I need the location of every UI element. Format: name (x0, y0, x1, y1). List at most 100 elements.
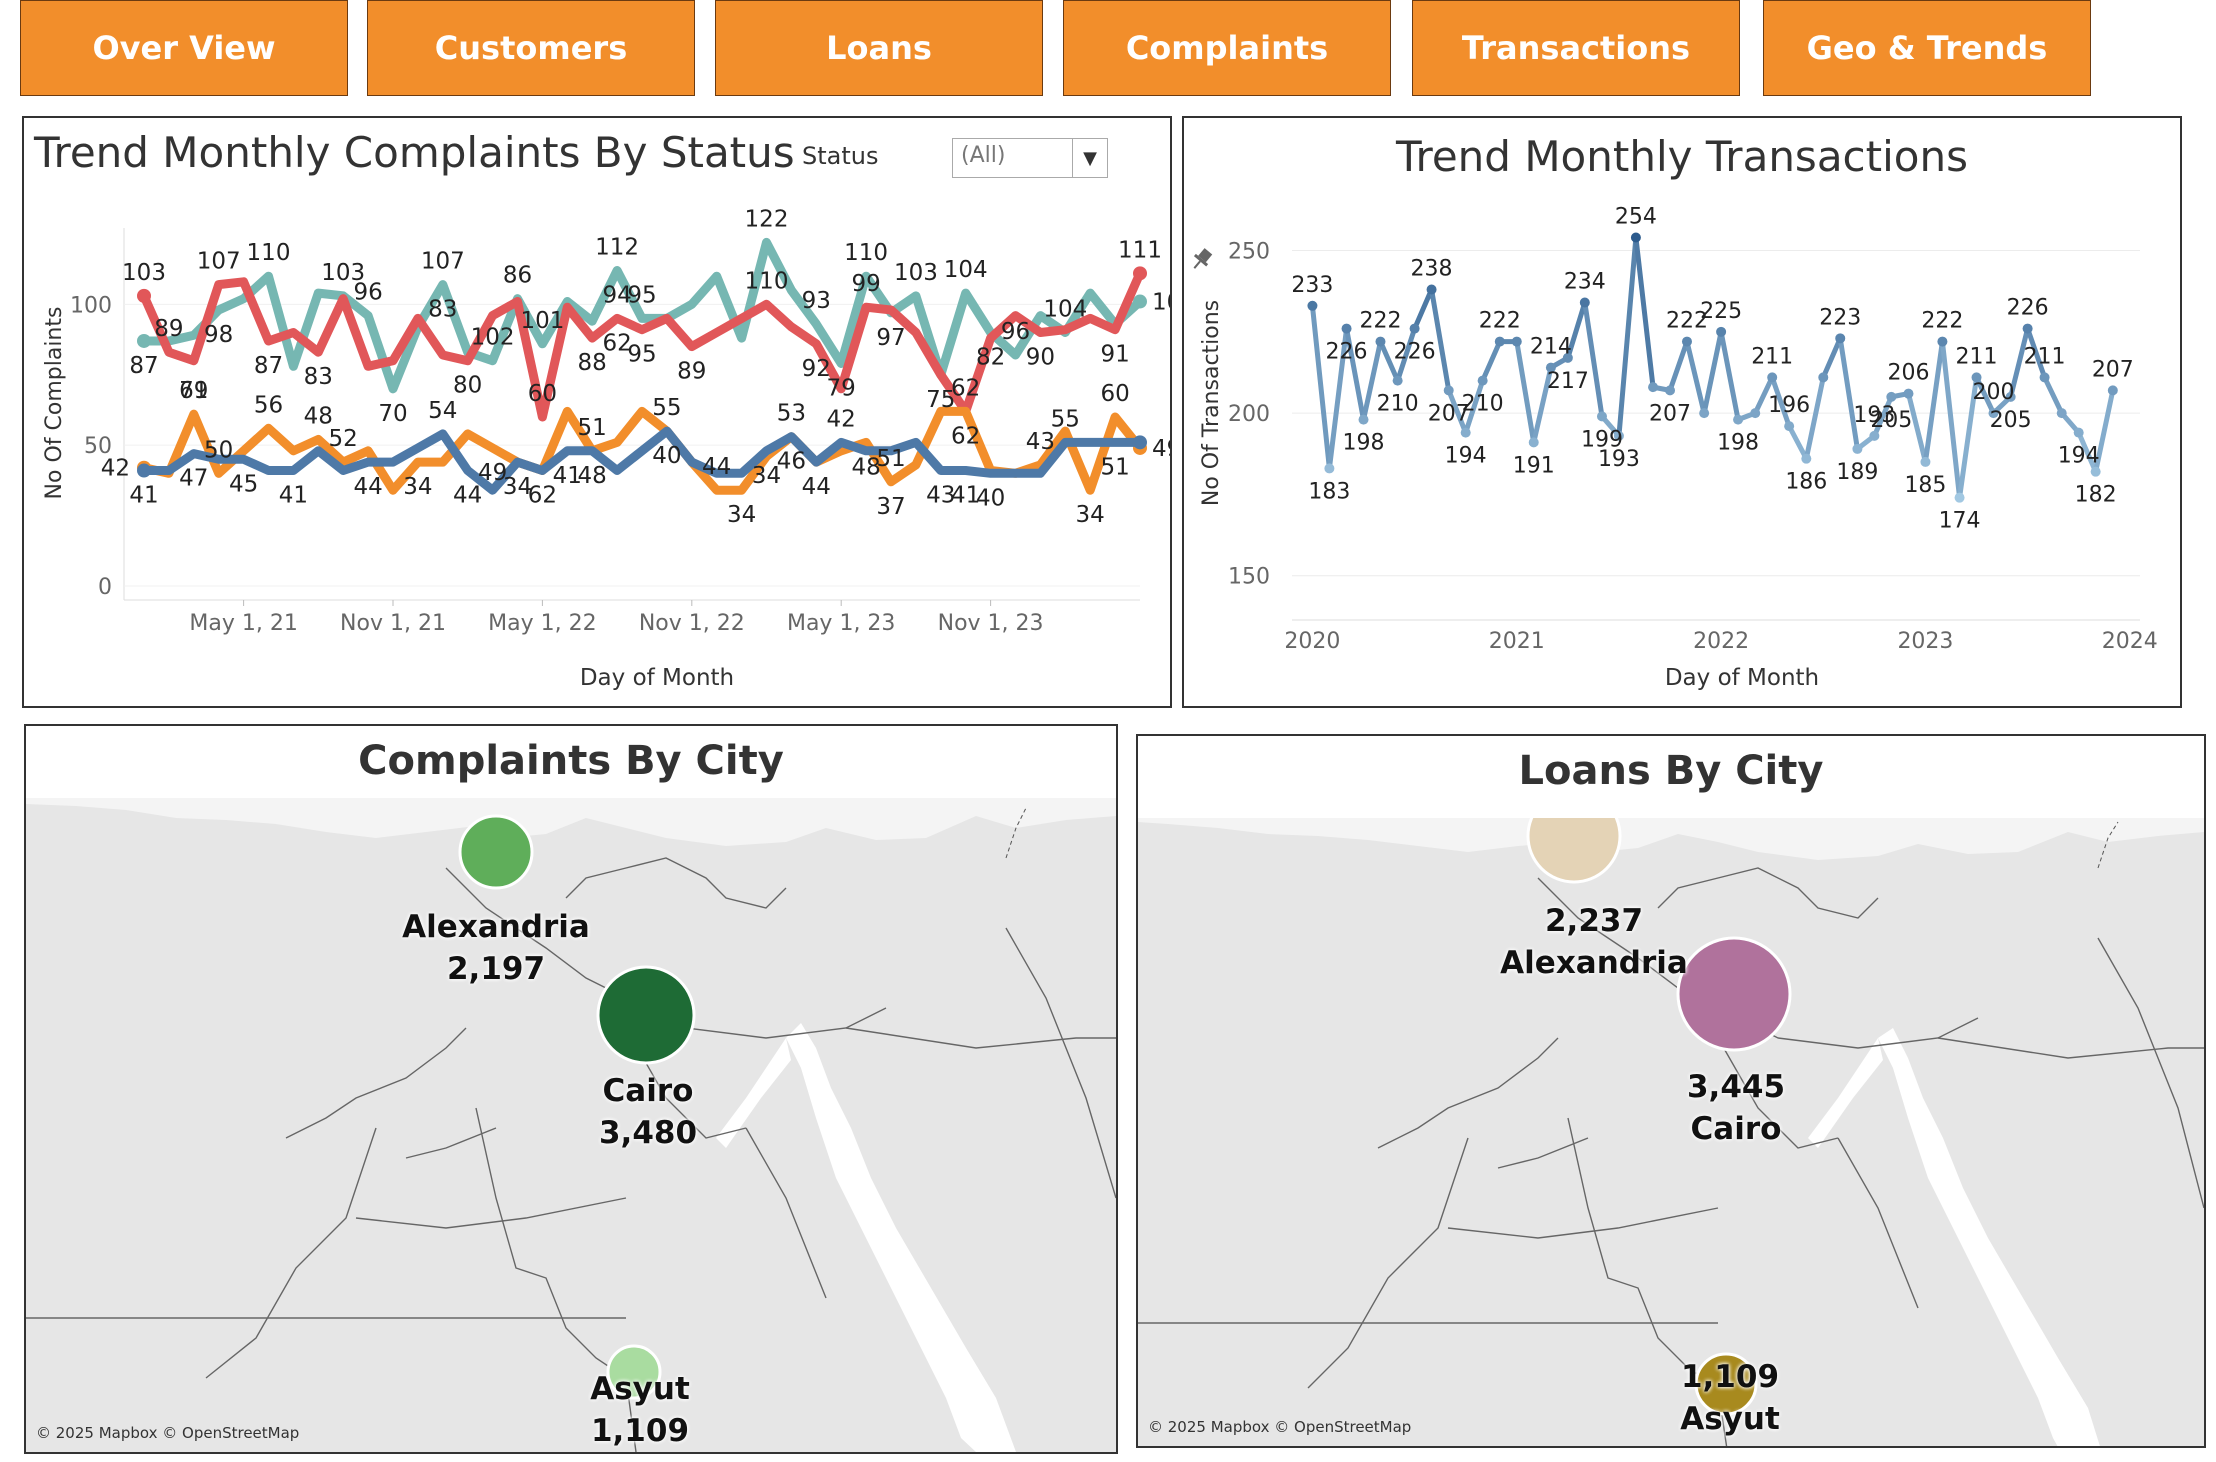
city-value: 2,237 (1544, 903, 1644, 939)
data-label: 60 (528, 381, 557, 407)
series-point (1307, 300, 1318, 311)
series-segment (1837, 335, 1860, 452)
y-tick-label: 0 (98, 575, 112, 600)
pin-icon[interactable] (1188, 246, 1214, 273)
series-point (1784, 421, 1795, 432)
data-label: 102 (471, 325, 515, 351)
series-segment (2042, 374, 2065, 416)
series-point (1579, 297, 1590, 308)
data-label: 53 (777, 401, 806, 427)
complaints-map[interactable] (26, 798, 1116, 1452)
series-point (1903, 388, 1914, 399)
city-value: 1,109 (590, 1413, 690, 1449)
series-point (2022, 323, 2033, 334)
series-point (1818, 372, 1829, 383)
data-label: 47 (179, 466, 208, 492)
series-point (1665, 385, 1676, 396)
series-point (1426, 284, 1437, 295)
transactions-trend-chart: No Of Transactions Day of Month 150 200 25… (1188, 205, 2158, 691)
data-label: 207 (2092, 357, 2134, 382)
nav-button-overview[interactable]: Over View (20, 0, 348, 96)
data-label: 104 (1043, 297, 1087, 323)
data-label: 89 (677, 359, 706, 385)
city-name: Cairo (602, 1073, 694, 1109)
series-point (1133, 435, 1147, 450)
complaints-xlabel: Day of Month (580, 665, 734, 691)
data-label: 79 (827, 375, 856, 401)
data-label: 210 (1377, 392, 1419, 417)
data-label: 51 (1100, 454, 1129, 480)
data-label: 34 (1076, 502, 1105, 528)
data-label: 210 (1462, 392, 1504, 417)
series-segment (1701, 329, 1724, 416)
nav-button-customers[interactable]: Customers (367, 0, 695, 96)
nav-button-loans[interactable]: Loans (715, 0, 1043, 96)
data-label: 96 (353, 280, 382, 306)
data-label: 51 (876, 446, 905, 472)
loans-map-panel: Loans By City 2,237 Alexandria 3,445 Cai… (1136, 734, 2206, 1448)
series-point (1133, 266, 1147, 281)
city-value: 1,109 (1680, 1359, 1780, 1395)
data-label: 55 (652, 395, 681, 421)
series-point (137, 333, 151, 348)
data-label: 122 (745, 206, 789, 232)
series-point (1443, 385, 1454, 396)
nav-button-complaints[interactable]: Complaints (1063, 0, 1391, 96)
data-label: 37 (876, 494, 905, 520)
map-marker-cairo[interactable] (1676, 936, 1792, 1052)
data-label: 56 (254, 392, 283, 418)
series-point (1937, 336, 1948, 347)
series-point (1596, 411, 1607, 422)
data-label: 194 (2058, 444, 2100, 469)
series-segment (1718, 329, 1741, 423)
map-credit[interactable]: © 2025 Mapbox © OpenStreetMap (36, 1424, 299, 1442)
data-label: 193 (1598, 447, 1640, 472)
data-label: 40 (652, 443, 681, 469)
transactions-trend-panel: Trend Monthly Transactions No Of Transac… (1182, 116, 2182, 708)
map-marker-cairo[interactable] (596, 965, 696, 1065)
data-label: 55 (1051, 406, 1080, 432)
data-label: 95 (627, 282, 656, 308)
data-label: 44 (453, 483, 482, 509)
complaints-ylabel: No Of Complaints (42, 307, 67, 500)
data-label: 191 (1513, 453, 1555, 478)
data-label: 198 (1343, 431, 1385, 456)
data-label: 101 (520, 308, 564, 334)
transactions-xlabel: Day of Month (1665, 665, 1819, 691)
series-point (1835, 333, 1846, 344)
complaints-map-title: Complaints By City (358, 738, 784, 784)
data-label: 97 (876, 325, 905, 351)
series-segment (1633, 235, 1656, 390)
data-label: 42 (101, 456, 130, 482)
series-point (1324, 463, 1335, 474)
data-label: 207 (1649, 401, 1691, 426)
data-label: 185 (1904, 473, 1946, 498)
map-credit[interactable]: © 2025 Mapbox © OpenStreetMap (1148, 1418, 1411, 1436)
map-label-alexandria: Alexandria 2,197 (402, 906, 590, 990)
data-label: 112 (595, 235, 639, 261)
data-label: 226 (2007, 296, 2049, 321)
data-label: 48 (578, 463, 607, 489)
data-label: 205 (1870, 408, 1912, 433)
data-label: 62 (951, 423, 980, 449)
series-segment (1412, 287, 1435, 332)
data-label: 101 (1152, 290, 1170, 316)
series-point (1733, 414, 1744, 425)
x-tick-label: Nov 1, 22 (639, 611, 745, 636)
data-label: 205 (1990, 408, 2032, 433)
data-label: 107 (421, 249, 465, 275)
nav-button-geo-trends[interactable]: Geo & Trends (1763, 0, 2091, 96)
series-point (1716, 326, 1727, 337)
data-label: 83 (304, 364, 333, 390)
data-label: 110 (844, 240, 888, 266)
series-point (1767, 372, 1778, 383)
data-label: 107 (197, 249, 241, 275)
data-label: 43 (1026, 429, 1055, 455)
map-marker-alexandria[interactable] (458, 814, 534, 890)
y-tick-label: 200 (1228, 402, 1270, 427)
nav-button-transactions[interactable]: Transactions (1412, 0, 1740, 96)
city-value: 3,480 (598, 1115, 698, 1151)
data-label: 104 (944, 257, 988, 283)
series-point (1886, 391, 1897, 402)
x-tick-label: 2023 (1897, 629, 1953, 654)
